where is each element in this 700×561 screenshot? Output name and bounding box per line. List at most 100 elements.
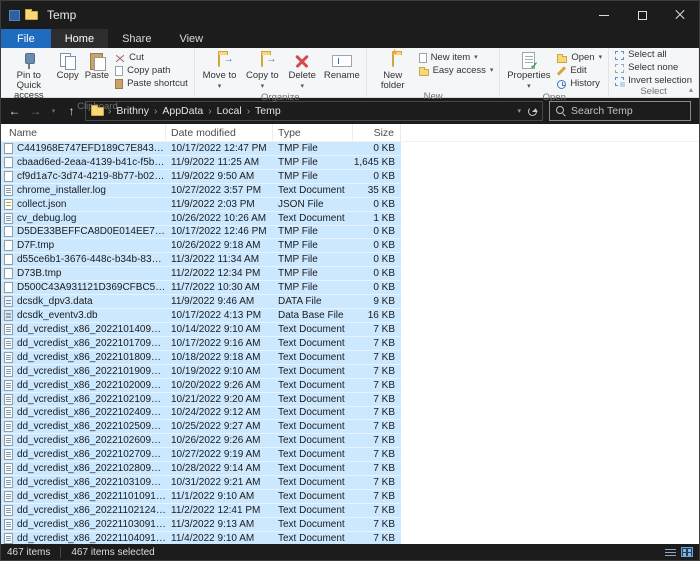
cut-button[interactable]: Cut	[115, 53, 188, 63]
move-to-folder-icon	[218, 54, 220, 67]
table-row[interactable]: collect.json11/9/2022 2:03 PMJSON File0 …	[1, 198, 401, 212]
breadcrumb-item[interactable]: Local	[215, 105, 244, 117]
file-type: Data Base File	[273, 310, 353, 321]
table-row[interactable]: dd_vcredist_x86_20221104091036.log11/4/2…	[1, 532, 401, 544]
table-row[interactable]: cv_debug.log10/26/2022 10:26 AMText Docu…	[1, 212, 401, 226]
file-type: TMP File	[273, 143, 353, 154]
file-size: 7 KB	[353, 463, 401, 474]
edit-button[interactable]: Edit	[557, 66, 602, 76]
file-name: dd_vcredist_x86_20221024092112.log	[17, 407, 166, 418]
file-size: 7 KB	[353, 394, 401, 405]
delete-button[interactable]: Delete ▾	[284, 50, 321, 92]
table-row[interactable]: D500C43A931121D369CFBC52A44A7A6603...11/…	[1, 281, 401, 295]
file-date: 10/26/2022 10:26 AM	[166, 213, 273, 224]
table-row[interactable]: chrome_installer.log10/27/2022 3:57 PMTe…	[1, 184, 401, 198]
tab-view[interactable]: View	[165, 29, 217, 48]
item-count: 467 items	[7, 547, 50, 558]
select-none-label: Select none	[628, 63, 678, 73]
table-row[interactable]: dcsdk_dpv3.data11/9/2022 9:46 AMDATA Fil…	[1, 295, 401, 309]
table-row[interactable]: D5DE33BEFFCA8D0E014EE7CE3887BD4756...10/…	[1, 226, 401, 240]
new-folder-button[interactable]: ★ New folder	[370, 50, 416, 91]
table-row[interactable]: dd_vcredist_x86_20221026092618.log10/26/…	[1, 434, 401, 448]
new-item-button[interactable]: New item ▾	[419, 53, 494, 63]
copy-to-button[interactable]: → Copy to ▾	[241, 50, 283, 92]
file-date: 11/9/2022 9:50 AM	[166, 171, 273, 182]
table-row[interactable]: dd_vcredist_x86_20221103091314.log11/3/2…	[1, 518, 401, 532]
table-row[interactable]: dd_vcredist_x86_20221025092737.log10/25/…	[1, 420, 401, 434]
table-row[interactable]: dd_vcredist_x86_20221031092130.log10/31/…	[1, 476, 401, 490]
file-size: 7 KB	[353, 407, 401, 418]
breadcrumb-item[interactable]: Temp	[253, 105, 283, 117]
close-button[interactable]	[661, 1, 699, 29]
easy-access-button[interactable]: Easy access ▾	[419, 66, 494, 76]
pin-to-quick-access-button[interactable]: Pin to Quick access	[4, 50, 54, 101]
file-date: 10/17/2022 12:46 PM	[166, 226, 273, 237]
paste-shortcut-button[interactable]: Paste shortcut	[115, 79, 188, 89]
table-row[interactable]: C441968E747EFD189C7E843ED9C5A453C...10/1…	[1, 142, 401, 156]
search-box[interactable]	[549, 101, 691, 121]
column-header-date-modified[interactable]: Date modified	[166, 124, 273, 141]
table-row[interactable]: D7F.tmp10/26/2022 9:18 AMTMP File0 KB	[1, 239, 401, 253]
rename-button[interactable]: Rename	[321, 50, 363, 92]
details-view-icon[interactable]	[665, 548, 676, 557]
history-button[interactable]: History	[557, 79, 602, 89]
table-row[interactable]: dd_vcredist_x86_20221027091935.log10/27/…	[1, 448, 401, 462]
copy-path-button[interactable]: Copy path	[115, 66, 188, 76]
table-row[interactable]: dd_vcredist_x86_20221014091017.log10/14/…	[1, 323, 401, 337]
table-row[interactable]: cbaad6ed-2eaa-4139-b41c-f5b28baad666...1…	[1, 156, 401, 170]
file-name: dd_vcredist_x86_20221018091856.log	[17, 352, 166, 363]
tab-share[interactable]: Share	[108, 29, 165, 48]
table-row[interactable]: dcsdk_eventv3.db10/17/2022 4:13 PMData B…	[1, 309, 401, 323]
maximize-button[interactable]	[623, 1, 661, 29]
file-date: 10/17/2022 9:16 AM	[166, 338, 273, 349]
group-label-new: New	[370, 91, 497, 103]
tab-file[interactable]: File	[1, 29, 51, 48]
properties-button[interactable]: ✓ Properties ▾	[503, 50, 554, 92]
thumbnails-view-icon[interactable]	[681, 547, 693, 557]
breadcrumb-chevron-icon: ›	[247, 106, 250, 117]
select-all-button[interactable]: Select all	[615, 50, 692, 60]
table-row[interactable]: cf9d1a7c-3d74-4219-8b77-b02839a26296...1…	[1, 170, 401, 184]
maximize-icon	[638, 11, 647, 20]
history-icon	[557, 80, 566, 89]
copy-button[interactable]: Copy	[54, 50, 82, 101]
column-header-type[interactable]: Type	[273, 124, 353, 141]
tab-home[interactable]: Home	[51, 29, 108, 48]
column-header-name[interactable]: Name	[1, 124, 166, 141]
select-none-button[interactable]: Select none	[615, 63, 692, 73]
table-row[interactable]: dd_vcredist_x86_20221020092645.log10/20/…	[1, 379, 401, 393]
address-dropdown-icon[interactable]: ▾	[517, 107, 521, 115]
text-file-icon	[4, 394, 13, 405]
minimize-button[interactable]	[585, 1, 623, 29]
file-name: dd_vcredist_x86_20221014091017.log	[17, 324, 166, 335]
table-row[interactable]: dd_vcredist_x86_20221017091611.log10/17/…	[1, 337, 401, 351]
file-size: 0 KB	[353, 143, 401, 154]
table-row[interactable]: dd_vcredist_x86_20221018091856.log10/18/…	[1, 351, 401, 365]
text-file-icon	[4, 449, 13, 460]
easy-access-label: Easy access	[433, 66, 486, 76]
move-to-button[interactable]: → Move to ▾	[198, 50, 241, 92]
paste-button[interactable]: Paste	[82, 50, 112, 101]
paste-shortcut-icon	[115, 79, 123, 89]
column-header-size[interactable]: Size	[353, 124, 401, 141]
table-row[interactable]: dd_vcredist_x86_20221019091038.log10/19/…	[1, 365, 401, 379]
table-row[interactable]: d55ce6b1-3676-448c-b34b-831e02ed32d...11…	[1, 253, 401, 267]
sparkle-icon: ★	[391, 47, 399, 58]
table-row[interactable]: dd_vcredist_x86_20221101091007.log11/1/2…	[1, 490, 401, 504]
table-row[interactable]: D73B.tmp11/2/2022 12:34 PMTMP File0 KB	[1, 267, 401, 281]
table-row[interactable]: dd_vcredist_x86_20221102124155.log11/2/2…	[1, 504, 401, 518]
collapse-ribbon-icon[interactable]: ▴	[689, 85, 693, 94]
open-button[interactable]: Open ▾	[557, 53, 602, 63]
table-row[interactable]: dd_vcredist_x86_20221028091454.log10/28/…	[1, 462, 401, 476]
copy-label: Copy	[57, 71, 79, 81]
table-row[interactable]: dd_vcredist_x86_20221024092112.log10/24/…	[1, 407, 401, 421]
file-name: dd_vcredist_x86_20221101091007.log	[17, 491, 166, 502]
search-input[interactable]	[571, 105, 684, 117]
file-date: 10/20/2022 9:26 AM	[166, 380, 273, 391]
invert-selection-button[interactable]: Invert selection	[615, 76, 692, 86]
refresh-icon[interactable]	[528, 107, 537, 116]
ribbon-group-new: ★ New folder New item ▾ Easy access ▾	[367, 48, 501, 97]
table-row[interactable]: dd_vcredist_x86_20221021092012.log10/21/…	[1, 393, 401, 407]
tmp-file-icon	[4, 240, 13, 251]
file-type: Text Document	[273, 505, 353, 516]
